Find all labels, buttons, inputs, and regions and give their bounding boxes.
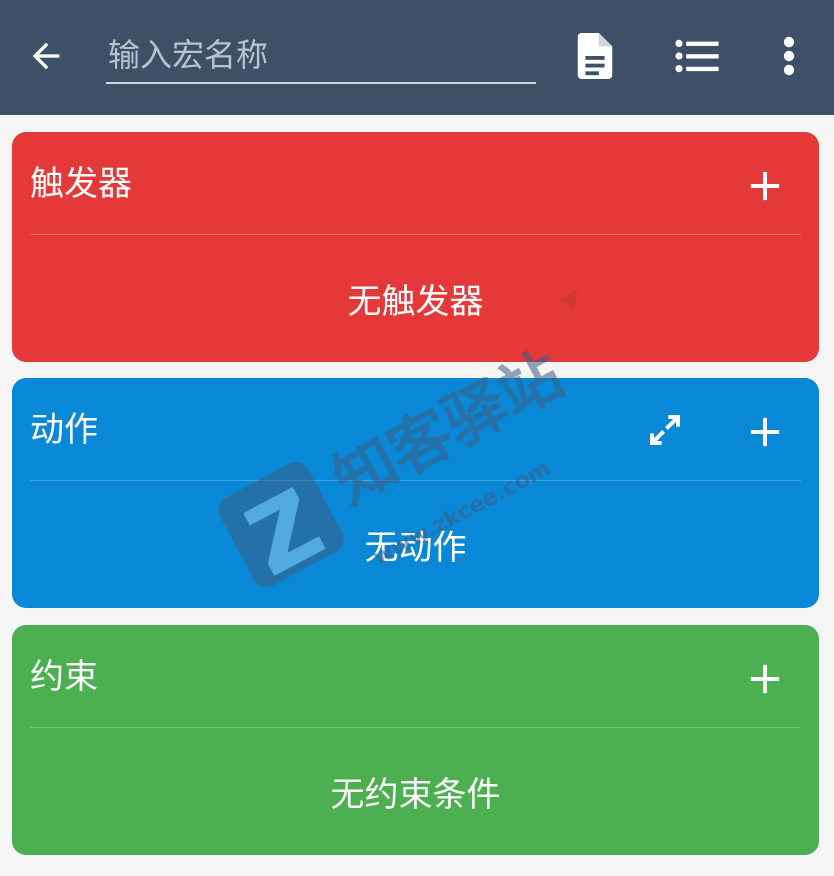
actions-title: 动作 bbox=[30, 410, 98, 450]
add-trigger-button[interactable] bbox=[733, 154, 797, 218]
actions-divider bbox=[30, 480, 801, 481]
more-options-button[interactable] bbox=[757, 24, 821, 88]
description-button[interactable] bbox=[563, 24, 627, 88]
expand-icon bbox=[650, 415, 680, 445]
back-arrow-icon bbox=[32, 42, 60, 70]
triggers-empty-text: 无触发器 bbox=[347, 282, 484, 322]
add-constraint-button[interactable] bbox=[733, 647, 797, 711]
list-icon bbox=[675, 39, 719, 73]
macro-editor: 触发器 无触发器 动作 无动作 约束 bbox=[0, 0, 834, 876]
constraints-title: 约束 bbox=[30, 657, 98, 697]
actions-card: 动作 无动作 bbox=[12, 378, 819, 608]
macro-name-input[interactable] bbox=[106, 30, 536, 80]
plus-icon bbox=[750, 171, 780, 201]
top-app-bar bbox=[0, 0, 834, 115]
constraints-empty-text: 无约束条件 bbox=[330, 775, 501, 815]
list-button[interactable] bbox=[665, 24, 729, 88]
plus-icon bbox=[750, 664, 780, 694]
expand-actions-button[interactable] bbox=[633, 398, 697, 462]
actions-empty-text: 无动作 bbox=[364, 528, 467, 568]
constraints-divider bbox=[30, 727, 801, 728]
back-button[interactable] bbox=[14, 24, 78, 88]
plus-icon bbox=[750, 417, 780, 447]
document-icon bbox=[577, 33, 613, 79]
triggers-divider bbox=[30, 234, 801, 235]
add-action-button[interactable] bbox=[733, 400, 797, 464]
macro-name-field bbox=[106, 30, 536, 84]
constraints-card: 约束 无约束条件 bbox=[12, 625, 819, 855]
triggers-title: 触发器 bbox=[30, 164, 132, 204]
more-vert-icon bbox=[783, 36, 795, 76]
triggers-card: 触发器 无触发器 bbox=[12, 132, 819, 362]
